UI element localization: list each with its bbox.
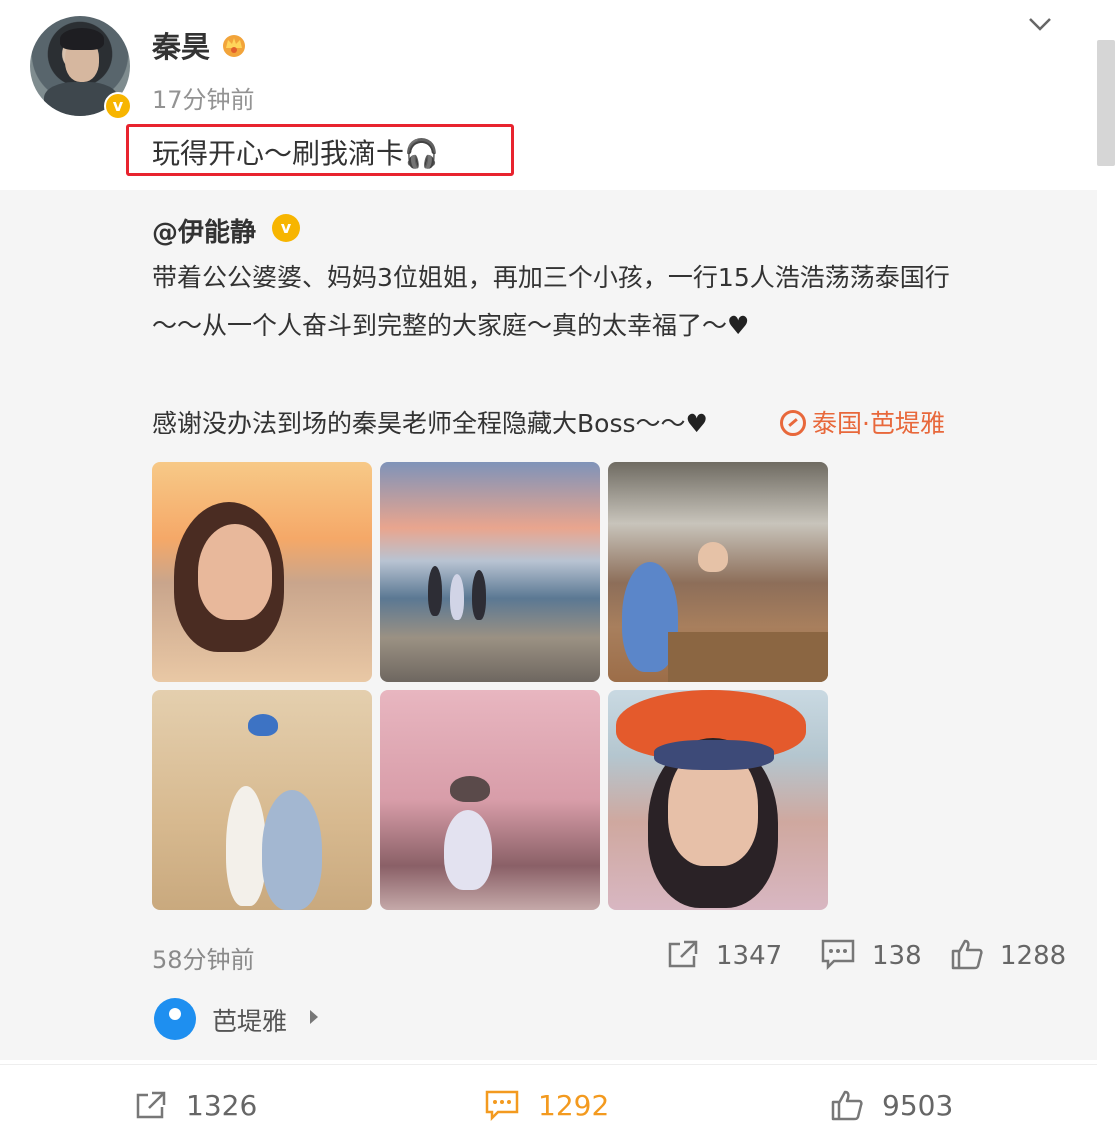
location-pin-icon [154, 998, 196, 1040]
heart-icon: ♥ [685, 409, 708, 438]
action-bar: 1326 1292 9503 [0, 1064, 1097, 1144]
share-button[interactable]: 1326 [134, 1089, 257, 1122]
like-icon [831, 1090, 863, 1121]
username[interactable]: 秦昊 [152, 24, 210, 66]
repost-author[interactable]: @伊能静 [152, 212, 256, 249]
location-icon [780, 410, 806, 436]
highlight-box [126, 124, 514, 176]
like-button[interactable]: 9503 [830, 1089, 953, 1122]
post-time: 17分钟前 [152, 86, 255, 114]
scrollbar[interactable] [1097, 40, 1115, 166]
crown-icon [223, 35, 245, 57]
comment-button[interactable]: 1292 [484, 1089, 609, 1122]
repost-like-button[interactable]: 1288 [950, 938, 1066, 971]
share-icon [668, 940, 698, 968]
comment-icon [821, 939, 855, 971]
photo-thumbnail[interactable] [380, 462, 600, 682]
comment-icon [485, 1090, 519, 1122]
repost-time: 58分钟前 [152, 946, 255, 974]
chevron-right-icon [310, 1010, 318, 1024]
photo-thumbnail[interactable] [608, 462, 828, 682]
location-tag[interactable]: 泰国·芭堤雅 [780, 404, 945, 440]
repost-text-line: 带着公公婆婆、妈妈3位姐姐，再加三个小孩，一行15人浩浩荡荡泰国行 [152, 263, 950, 292]
chevron-down-icon[interactable] [1026, 14, 1054, 34]
repost-text-line: ～～从一个人奋斗到完整的大家庭～真的太幸福了～♥ [152, 311, 750, 340]
repost-card[interactable]: @伊能静 v 带着公公婆婆、妈妈3位姐姐，再加三个小孩，一行15人浩浩荡荡泰国行… [0, 190, 1097, 1060]
verified-icon: v [104, 92, 132, 120]
photo-thumbnail[interactable] [608, 690, 828, 910]
like-icon [951, 939, 983, 970]
share-icon [136, 1091, 166, 1119]
weibo-post: v 秦昊 17分钟前 玩得开心～刷我滴卡🎧 @伊能静 v 带着公公婆婆、妈妈3位… [0, 0, 1118, 1144]
repost-share-button[interactable]: 1347 [666, 938, 782, 971]
repost-comment-button[interactable]: 138 [820, 938, 922, 971]
repost-text-line: 感谢没办法到场的秦昊老师全程隐藏大Boss～～♥ [152, 409, 708, 438]
place-label: 芭堤雅 [212, 1007, 288, 1036]
heart-icon: ♥ [727, 311, 750, 340]
photo-thumbnail[interactable] [152, 690, 372, 910]
photo-thumbnail[interactable] [380, 690, 600, 910]
photo-thumbnail[interactable] [152, 462, 372, 682]
verified-icon: v [272, 214, 300, 242]
